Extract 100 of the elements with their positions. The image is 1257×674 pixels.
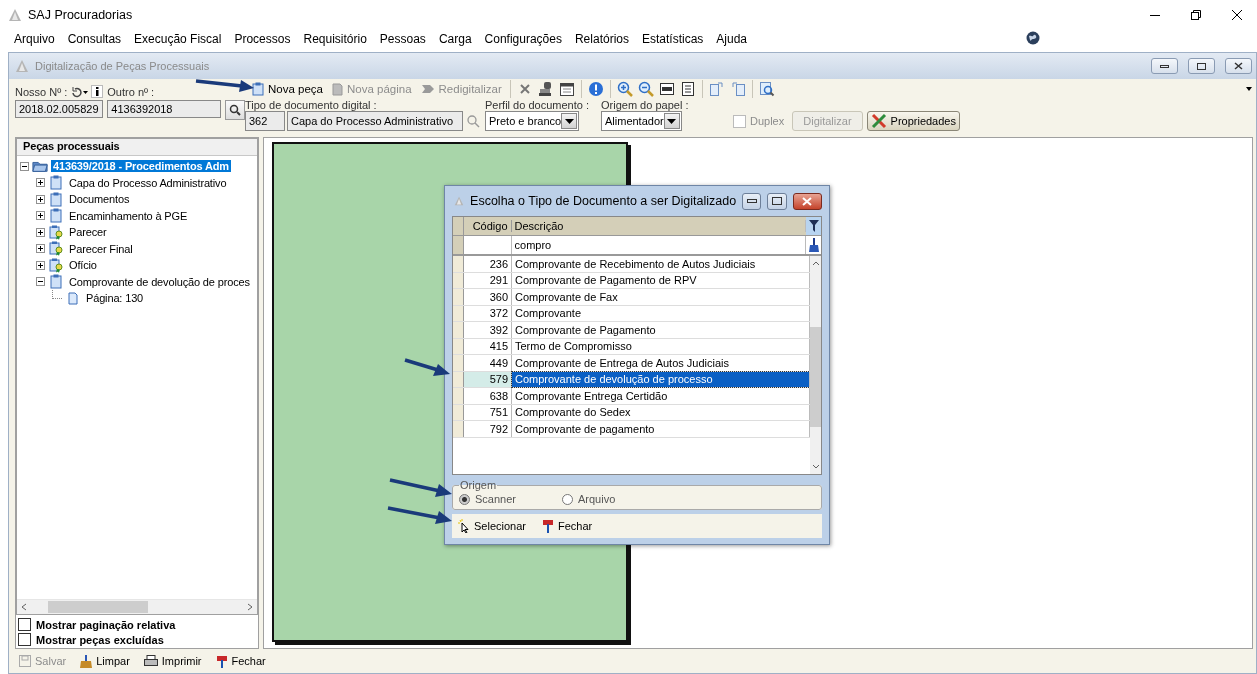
stamp-icon[interactable] bbox=[537, 81, 554, 97]
document-code-field[interactable]: 362 bbox=[245, 111, 285, 131]
tree-item[interactable]: Documentos bbox=[67, 193, 132, 206]
rotate-left-icon[interactable] bbox=[729, 81, 746, 97]
menu-item[interactable]: Estatísticas bbox=[642, 32, 710, 46]
code-cell[interactable]: 360 bbox=[464, 289, 512, 305]
calendar-icon[interactable] bbox=[558, 81, 575, 97]
code-cell[interactable]: 415 bbox=[464, 338, 512, 354]
checkbox[interactable] bbox=[18, 633, 31, 646]
broom-icon[interactable] bbox=[808, 238, 819, 252]
page-icon[interactable] bbox=[679, 81, 696, 97]
minimize-button[interactable] bbox=[742, 192, 762, 210]
vertical-scrollbar[interactable] bbox=[810, 256, 821, 474]
radio-button[interactable]: Arquivo bbox=[562, 493, 616, 505]
column-header[interactable]: Código bbox=[464, 220, 512, 232]
page-width-icon[interactable] bbox=[658, 81, 675, 97]
flag-icon bbox=[215, 654, 228, 668]
bottom-button[interactable]: Imprimir bbox=[141, 655, 204, 667]
menu-item[interactable]: Processos bbox=[234, 32, 297, 46]
zoom-in-icon[interactable] bbox=[616, 81, 633, 97]
code-cell[interactable]: 638 bbox=[464, 388, 512, 404]
dialog-button[interactable]: Selecionar bbox=[456, 519, 528, 533]
overflow-arrow-icon[interactable] bbox=[1246, 87, 1252, 91]
bottom-button[interactable]: Fechar bbox=[213, 654, 268, 668]
tree-item[interactable]: Capa do Processo Administrativo bbox=[67, 176, 229, 189]
code-cell[interactable]: 751 bbox=[464, 404, 512, 420]
code-cell[interactable]: 392 bbox=[464, 322, 512, 338]
bottom-button[interactable]: Limpar bbox=[78, 654, 132, 668]
filter-icon[interactable] bbox=[808, 219, 819, 233]
expander-icon[interactable] bbox=[20, 161, 29, 171]
code-cell[interactable]: 372 bbox=[464, 305, 512, 321]
menu-item[interactable]: Requisitório bbox=[303, 32, 373, 46]
preview-icon[interactable] bbox=[758, 81, 775, 97]
checkbox-label[interactable]: Mostrar peças excluídas bbox=[36, 633, 164, 646]
maximize-button[interactable] bbox=[767, 192, 787, 210]
menu-item[interactable]: Execução Fiscal bbox=[134, 32, 228, 46]
checkbox-label[interactable]: Mostrar paginação relativa bbox=[36, 618, 176, 631]
radio-button[interactable]: Scanner bbox=[459, 493, 516, 505]
tree-item[interactable]: Comprovante de devolução de proces bbox=[67, 275, 252, 288]
floppy-icon bbox=[19, 655, 31, 667]
dropdown[interactable]: Preto e branco bbox=[485, 111, 580, 131]
menu-item[interactable]: Carga bbox=[438, 32, 478, 46]
restore-icon bbox=[1190, 10, 1201, 20]
globe-icon[interactable] bbox=[1026, 31, 1040, 45]
other-number-field[interactable]: 4136392018 bbox=[107, 100, 222, 118]
menu-item[interactable]: Configurações bbox=[484, 32, 568, 46]
tree-item[interactable]: Ofício bbox=[67, 259, 99, 272]
search-button[interactable] bbox=[225, 100, 246, 120]
close-button[interactable] bbox=[792, 192, 822, 210]
dropdown-arrow-icon bbox=[667, 118, 677, 124]
scroll-down-icon[interactable] bbox=[810, 463, 821, 471]
annotation-arrow bbox=[389, 478, 452, 497]
expander-icon[interactable] bbox=[36, 244, 45, 254]
expander-icon[interactable] bbox=[36, 178, 45, 188]
dropdown[interactable]: Alimentador bbox=[601, 111, 682, 131]
refresh-icon[interactable] bbox=[70, 85, 89, 98]
code-cell[interactable]: 792 bbox=[464, 421, 512, 437]
scroll-up-icon[interactable] bbox=[810, 259, 821, 267]
properties-button[interactable]: Propriedades bbox=[866, 111, 960, 131]
filter-field[interactable]: compro bbox=[511, 236, 807, 254]
menu-item[interactable]: Ajuda bbox=[716, 32, 754, 46]
expander-icon[interactable] bbox=[36, 277, 45, 287]
menu-item[interactable]: Consultas bbox=[67, 32, 128, 46]
tree-item[interactable]: Parecer bbox=[67, 226, 109, 239]
tree-item[interactable]: Encaminhamento à PGE bbox=[67, 209, 190, 222]
clipboard-icon bbox=[50, 274, 62, 290]
code-cell[interactable]: 449 bbox=[464, 355, 512, 371]
field-label: Tipo de documento digital : bbox=[245, 99, 378, 111]
description-cell[interactable]: Comprovante de devolução de processo bbox=[512, 371, 810, 387]
maximize-icon bbox=[772, 197, 783, 205]
tree-item[interactable]: Parecer Final bbox=[67, 242, 135, 255]
horizontal-scrollbar[interactable] bbox=[17, 599, 257, 614]
maximize-button[interactable] bbox=[1188, 58, 1215, 74]
zoom-out-icon[interactable] bbox=[637, 81, 654, 97]
tree-item[interactable]: 413639/2018 - Procedimentos Adm bbox=[51, 160, 231, 173]
menu-item[interactable]: Relatórios bbox=[574, 32, 635, 46]
close-button[interactable] bbox=[1225, 58, 1252, 74]
info-icon[interactable] bbox=[91, 85, 104, 98]
toolbar-button[interactable]: Nova peça bbox=[249, 82, 326, 96]
tree-item[interactable]: Página: 130 bbox=[84, 292, 146, 305]
minimize-button[interactable] bbox=[1151, 58, 1178, 74]
expander-icon[interactable] bbox=[36, 211, 45, 221]
search-icon bbox=[229, 104, 242, 116]
code-cell[interactable]: 291 bbox=[464, 272, 512, 288]
menu-item[interactable]: Arquivo bbox=[14, 32, 61, 46]
code-cell[interactable]: 236 bbox=[464, 256, 512, 272]
process-number-field[interactable]: 2018.02.005829 bbox=[15, 100, 104, 118]
folder-icon bbox=[32, 159, 48, 174]
menu-item[interactable]: Pessoas bbox=[379, 32, 432, 46]
rotate-right-icon[interactable] bbox=[708, 81, 725, 97]
expander-icon[interactable] bbox=[36, 227, 45, 237]
expander-icon[interactable] bbox=[36, 194, 45, 204]
dialog-button[interactable]: Fechar bbox=[540, 519, 595, 533]
document-type-field[interactable]: Capa do Processo Administrativo bbox=[287, 111, 463, 131]
expander-icon[interactable] bbox=[36, 260, 45, 270]
field-label: Nosso Nº : bbox=[15, 85, 68, 98]
app-title: SAJ Procuradorias bbox=[28, 8, 134, 22]
checkbox[interactable] bbox=[18, 618, 31, 631]
maximize-icon bbox=[1197, 62, 1206, 70]
annotation-arrow bbox=[404, 358, 450, 376]
